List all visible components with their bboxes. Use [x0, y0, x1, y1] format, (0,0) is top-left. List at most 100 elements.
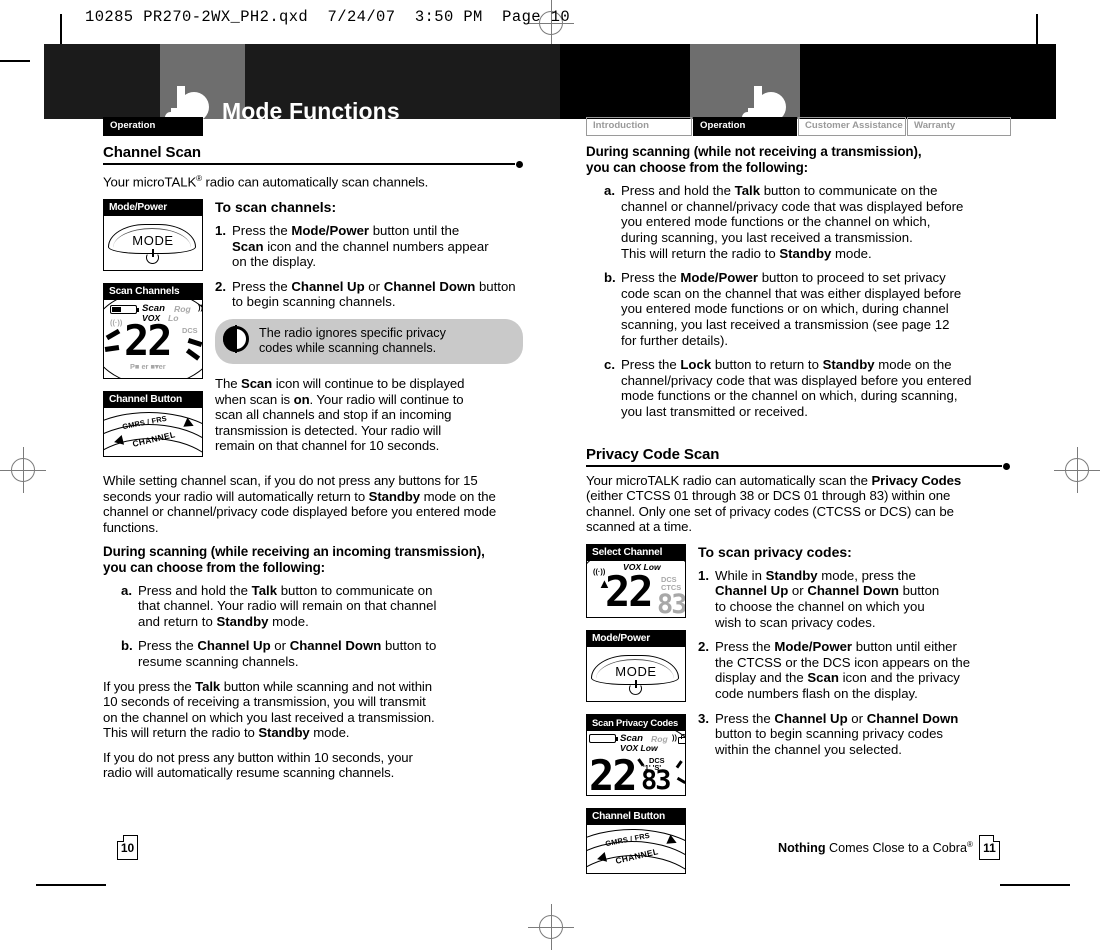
mode-button-label: MODE	[132, 232, 174, 248]
antenna-wave-icon: ))	[198, 302, 202, 312]
step-text: Press the Channel Up or Channel Down but…	[232, 278, 516, 310]
crop-line-left-mid	[0, 60, 30, 62]
scan-steps-list: 1. Press the Mode/Power button until the…	[215, 223, 523, 310]
figure-scan-channels: Scan Channels Scan Rog )) VOX Lo DCS ((·…	[103, 282, 203, 379]
right-figure-column: Select Channel VOX Low DCS CTCS ((·)) ▲ …	[586, 543, 686, 884]
figure-caption: Scan Channels	[104, 283, 202, 300]
list-item: b. Press the Channel Up or Channel Down …	[121, 638, 523, 669]
tab-warranty[interactable]: Warranty	[907, 117, 1011, 136]
flash-marks-icon: '1' 'S'	[643, 762, 662, 772]
tip-text: The radio ignores specific privacy codes …	[259, 325, 446, 355]
item-text: Press and hold the Talk button to commun…	[621, 183, 964, 261]
tagline-rest: Comes Close to a Cobra	[825, 841, 967, 856]
tab-operation[interactable]: Operation	[693, 117, 797, 136]
step-text: While in Standby mode, press the Channel …	[715, 567, 940, 630]
tab-operation-left[interactable]: Operation	[103, 117, 203, 136]
channel-number: 22	[589, 750, 638, 795]
left-page-column: Channel Scan Your microTALK® radio can a…	[103, 144, 523, 790]
figure-mode-power-right: Mode/Power MODE	[586, 629, 686, 702]
section-title: Channel Scan	[103, 144, 201, 161]
crop-line-bottom-right	[1000, 884, 1070, 886]
tabstrip-right: Introduction Operation Customer Assistan…	[586, 117, 1011, 136]
tip-callout: The radio ignores specific privacy codes …	[215, 318, 523, 364]
figure-caption: Mode/Power	[104, 199, 202, 216]
privacy-code-number: 83	[657, 588, 685, 617]
item-marker: b.	[121, 638, 133, 654]
banner-black-block-left	[560, 44, 690, 119]
tab-customer-assistance[interactable]: Customer Assistance	[798, 117, 906, 136]
during-scanning-heading-right: During scanning (while not receiving a t…	[586, 144, 1010, 175]
during-scanning-heading: During scanning (while receiving an inco…	[103, 544, 523, 575]
item-text: Press the Channel Up or Channel Down but…	[138, 638, 437, 669]
to-scan-privacy-codes-heading: To scan privacy codes:	[698, 543, 852, 560]
item-text: Press and hold the Talk button to commun…	[138, 582, 437, 629]
section-rule	[586, 464, 1002, 467]
left-text-column: To scan channels: 1. Press the Mode/Powe…	[215, 199, 523, 467]
list-item: 2. Press the Channel Up or Channel Down …	[215, 279, 523, 310]
left-figure-column: Mode/Power MODE Scan Channels Scan Rog )…	[103, 198, 203, 467]
figure-mode-power: Mode/Power MODE	[103, 198, 203, 271]
crop-line-bottom-left	[36, 884, 106, 886]
item-marker: c.	[604, 357, 615, 373]
step-marker: 3.	[698, 710, 709, 726]
privacy-intro-paragraph: Your microTALK radio can automatically s…	[586, 472, 962, 535]
during-scanning-list: a. Press and hold the Talk button to com…	[121, 583, 523, 670]
lcd-display-scan-channels: Scan Rog )) VOX Lo DCS ((·)) 22 P■ er ■▾…	[104, 299, 202, 378]
tagline-registered-mark: ®	[966, 840, 973, 849]
crop-line-top-right	[1036, 14, 1038, 44]
section-header-channel-scan: Channel Scan	[103, 144, 523, 168]
registration-mark-bottom	[528, 904, 574, 950]
during-heading-line1: During scanning (while not receiving a t…	[586, 144, 922, 159]
mode-power-button-icon: MODE	[587, 646, 685, 701]
step-marker: 1.	[698, 567, 709, 583]
list-item: 1. While in Standby mode, press the Chann…	[698, 568, 1010, 630]
tower-icon: ((·))	[593, 566, 606, 576]
talk-button-paragraph: If you press the Talk button while scann…	[103, 678, 435, 741]
item-marker: a.	[121, 582, 132, 598]
prepress-file-header: 10285 PR270-2WX_PH2.qxd 7/24/07 3:50 PM …	[85, 8, 571, 26]
right-page-column: During scanning (while not receiving a t…	[586, 144, 1010, 884]
registration-mark-right	[1054, 447, 1100, 493]
figure-select-channel: Select Channel VOX Low DCS CTCS ((·)) ▲ …	[586, 543, 686, 618]
section-rule	[103, 163, 515, 165]
section-header-privacy-code-scan: Privacy Code Scan	[586, 445, 1010, 470]
channel-rocker-icon: GMRS / FRS CHANNEL	[104, 407, 202, 456]
page-number-right: 11	[979, 835, 1000, 860]
list-item: a. Press and hold the Talk button to com…	[604, 183, 1010, 261]
privacy-steps-list: 1. While in Standby mode, press the Chann…	[698, 568, 1010, 758]
crop-line-top-left	[60, 14, 62, 44]
battery-icon	[589, 733, 618, 743]
page-title: Mode Functions	[222, 98, 400, 124]
step-text: Press the Mode/Power button until either…	[715, 639, 971, 702]
lock-icon	[678, 733, 685, 744]
tab-introduction[interactable]: Introduction	[586, 117, 692, 136]
item-text: Press the Lock button to return to Stand…	[621, 357, 972, 419]
section-title: Privacy Code Scan	[586, 445, 720, 463]
right-text-column: To scan privacy codes: 1. While in Stand…	[698, 544, 1010, 884]
tabstrip-left: Operation	[103, 117, 203, 136]
antenna-wave-icon: ))	[672, 732, 677, 742]
registration-mark-left	[0, 447, 46, 493]
dcs-label: DCS	[182, 325, 198, 335]
figure-scan-privacy-codes: Scan Privacy Codes Scan Rog )) VOX Low D…	[586, 713, 686, 796]
page-number-text: 10	[120, 841, 135, 855]
during-scanning-list-right: a. Press and hold the Talk button to com…	[604, 183, 1010, 419]
intro-pre: Your microTALK	[103, 174, 197, 190]
no-press-paragraph: If you do not press any button within 10…	[103, 749, 413, 781]
page-number-left: 10	[117, 835, 138, 860]
step-marker: 1.	[215, 222, 226, 238]
intro-post: radio can automatically scan channels.	[201, 174, 429, 190]
during-heading-line2: you can choose from the following:	[103, 559, 326, 575]
timeout-paragraph: While setting channel scan, if you do no…	[103, 472, 497, 535]
lcd-display-select-channel: VOX Low DCS CTCS ((·)) ▲ 22 83	[587, 560, 685, 617]
power-saver-label: P■ er ■▾er	[130, 361, 166, 371]
page-corner-fold	[117, 835, 124, 842]
page-number-text: 11	[983, 841, 996, 855]
during-heading-line1: During scanning (while receiving an inco…	[103, 544, 485, 560]
figure-caption: Select Channel	[587, 544, 685, 561]
list-item: a. Press and hold the Talk button to com…	[121, 583, 523, 630]
during-heading-line2: you can choose from the following:	[586, 159, 809, 175]
figure-caption: Mode/Power	[587, 630, 685, 647]
figure-channel-button-right: Channel Button GMRS / FRS CHANNEL	[586, 807, 686, 874]
list-item: 2. Press the Mode/Power button until eit…	[698, 639, 1010, 701]
